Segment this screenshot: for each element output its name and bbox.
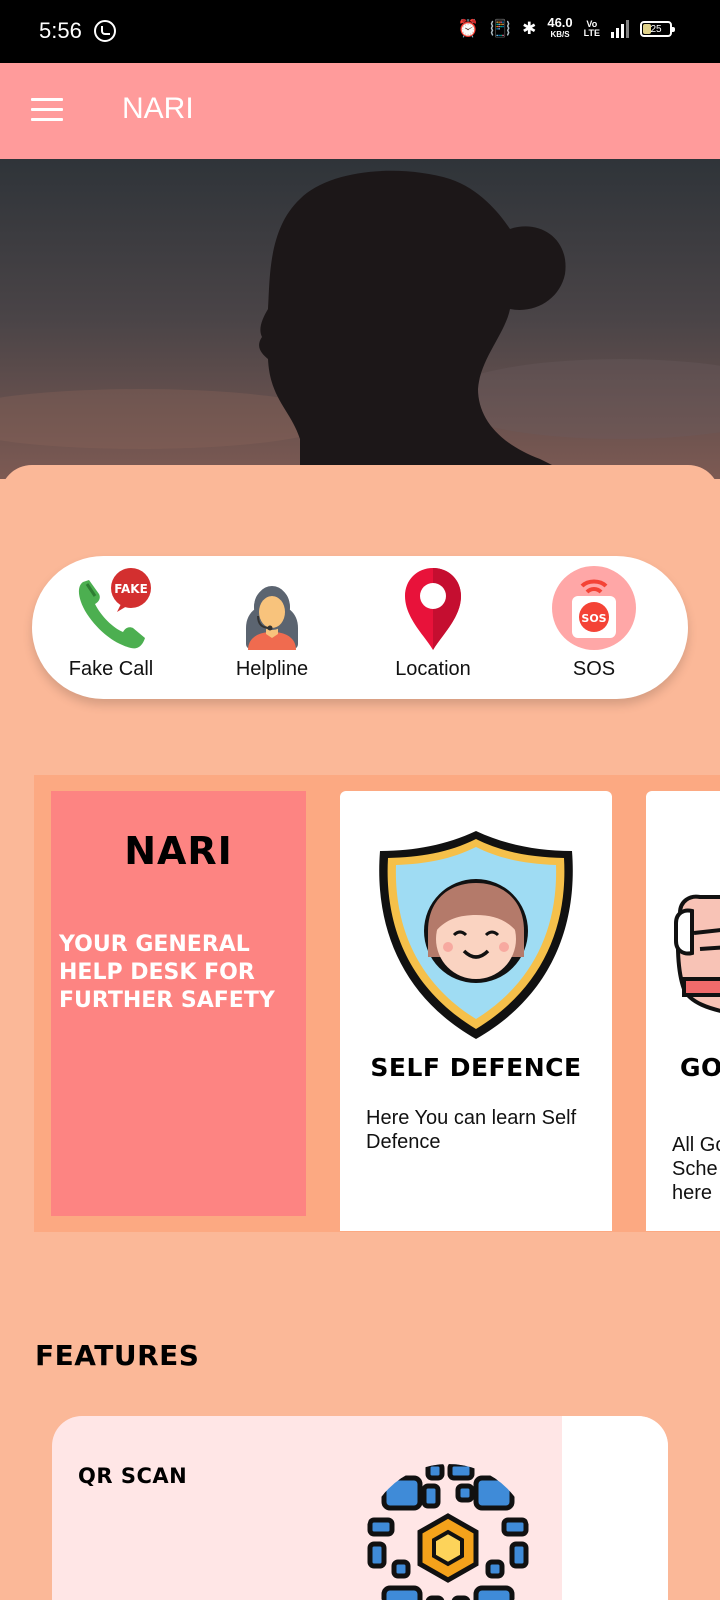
features-heading: FEATURES	[35, 1339, 200, 1372]
intro-title: NARI	[124, 829, 233, 873]
helpline-icon	[246, 586, 298, 650]
network-speed: 46.0 KB/S	[547, 15, 573, 41]
sos-icon: SOS	[552, 566, 636, 650]
qr-scan-label: QR SCAN	[78, 1464, 188, 1488]
status-time: 5:56	[39, 18, 82, 43]
intro-subtitle: YOUR GENERAL HELP DESK FOR FURTHER SAFET…	[59, 932, 275, 1013]
whatsapp-icon	[94, 20, 116, 42]
intro-card: NARI YOUR GENERAL HELP DESK FOR FURTHER …	[51, 791, 306, 1216]
fake-call-button[interactable]: FAKE Fake Call	[36, 568, 186, 688]
raised-fist-icon	[674, 894, 720, 1013]
woman-silhouette-image	[0, 159, 720, 479]
location-label: Location	[395, 658, 471, 680]
government-card-title: GO	[680, 1053, 720, 1082]
self-defence-card[interactable]: SELF DEFENCE Here You can learn Self Def…	[340, 791, 612, 1231]
qr-code-icon	[367, 1464, 529, 1600]
sos-badge-text: SOS	[581, 612, 606, 625]
self-defence-description: Here You can learn Self Defence	[366, 1107, 577, 1153]
self-defence-title: SELF DEFENCE	[370, 1053, 582, 1082]
vibrate-icon: 📳	[489, 19, 512, 38]
location-pin-icon	[405, 568, 461, 650]
app-title: NARI	[122, 92, 194, 125]
network-speed-unit: KB/S	[550, 30, 570, 39]
qr-scan-card[interactable]: QR SCAN	[52, 1416, 668, 1600]
info-carousel[interactable]: NARI YOUR GENERAL HELP DESK FOR FURTHER …	[34, 775, 720, 1232]
app-bar: NARI	[0, 63, 720, 159]
bluetooth-icon: ✱	[522, 19, 537, 38]
fake-badge-text: FAKE	[114, 582, 148, 596]
battery-level: 25	[650, 23, 662, 35]
status-bar: 5:56 ⏰ 📳 ✱ 46.0 KB/S Vo LTE 25	[0, 0, 720, 63]
government-card-description: All Go Sche here	[672, 1134, 720, 1204]
sos-button[interactable]: SOS SOS	[519, 566, 669, 688]
government-schemes-card[interactable]: GO All Go Sche here	[646, 791, 720, 1231]
helpline-label: Helpline	[235, 658, 309, 680]
hero-image	[0, 159, 720, 479]
battery-icon: 25	[640, 21, 675, 37]
status-icons: ⏰ 📳 ✱ 46.0 KB/S Vo LTE 25	[457, 15, 675, 41]
location-button[interactable]: Location	[358, 568, 508, 688]
fake-call-label: Fake Call	[68, 658, 154, 680]
quick-actions-bar: FAKE Fake Call Helpline Location SOS SOS	[32, 556, 688, 699]
menu-icon[interactable]	[31, 96, 63, 124]
helpline-button[interactable]: Helpline	[197, 568, 347, 688]
shield-girl-icon	[379, 831, 573, 1039]
network-speed-value: 46.0	[547, 15, 573, 30]
volte-indicator: Vo LTE	[583, 19, 600, 38]
fake-call-icon: FAKE	[78, 568, 151, 649]
alarm-icon: ⏰	[457, 19, 479, 38]
qr-card-side	[562, 1416, 668, 1600]
signal-icon	[611, 20, 629, 38]
sos-label: SOS	[572, 658, 616, 680]
